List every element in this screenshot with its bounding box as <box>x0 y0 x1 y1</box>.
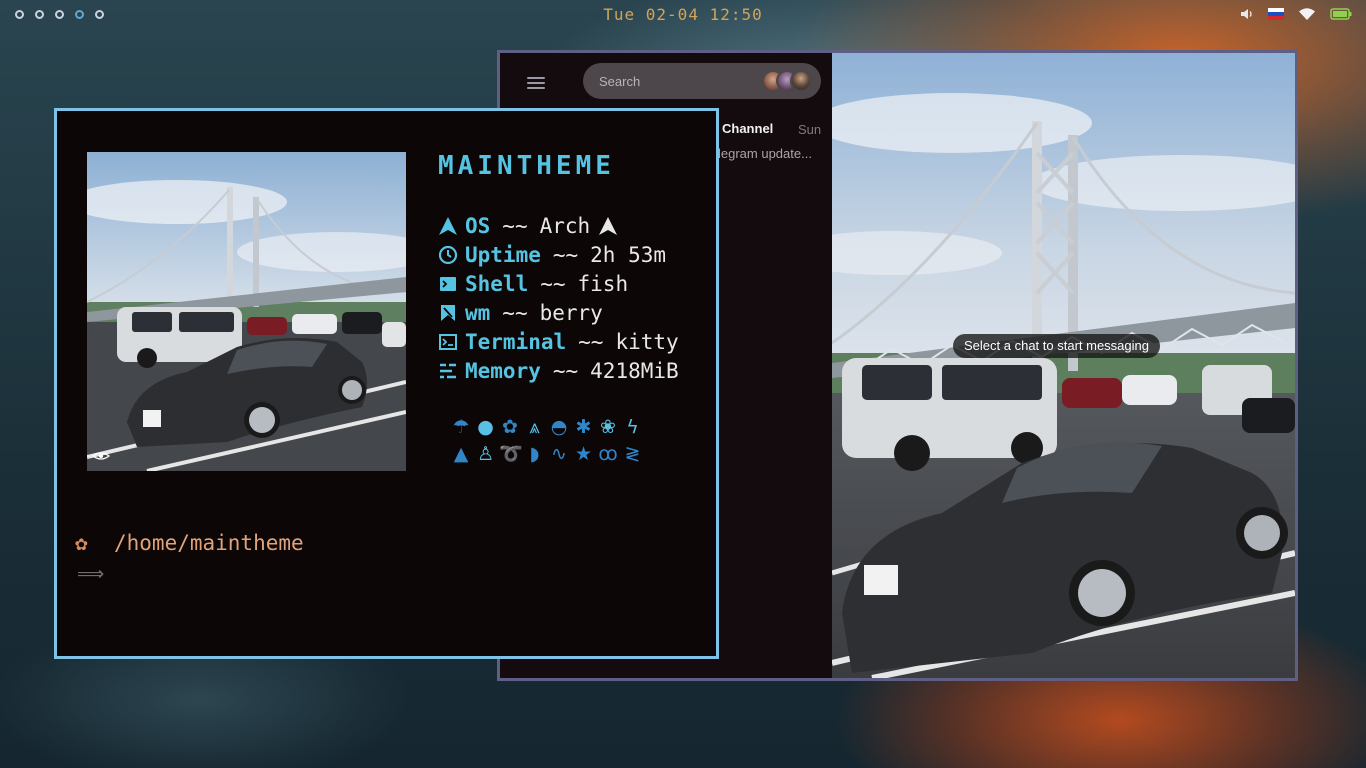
chat-background: Select a chat to start messaging <box>832 53 1295 678</box>
info-value: Arch <box>539 213 591 238</box>
info-separator: ~~ <box>552 242 579 267</box>
story-avatar-3[interactable] <box>790 70 812 92</box>
lightning-icon: ϟ <box>626 416 639 438</box>
info-label: wm <box>465 300 491 325</box>
memory-icon <box>440 363 456 378</box>
battery-icon[interactable] <box>1330 8 1352 20</box>
fish-icon: ◗ <box>529 443 540 465</box>
raspberry-icon: ❀ <box>600 416 616 438</box>
chat-preview[interactable]: legram update... <box>718 146 812 161</box>
arch-icon <box>599 216 618 235</box>
volume-icon[interactable] <box>1240 7 1254 21</box>
system-tray <box>1240 7 1352 21</box>
info-row-os: OS ~~ Arch <box>438 211 679 240</box>
arch-wave-icon: ⩓ <box>529 416 540 438</box>
zigzag-icon: ≷ <box>624 443 641 465</box>
wave-icon: ∿ <box>551 443 567 465</box>
info-value: 4218MiB <box>590 358 679 383</box>
arch-icon <box>439 216 457 235</box>
info-row-memory: Memory ~~ 4218MiB <box>438 356 679 385</box>
clock: Tue 02-04 12:50 <box>603 5 763 24</box>
raspberry-shell-icon: ☂ <box>452 416 470 438</box>
stories-avatars[interactable] <box>762 70 814 92</box>
shell-icon <box>440 276 456 291</box>
info-row-wm: wm ~~ berry <box>438 298 679 327</box>
shell-prompt[interactable]: ⟹ <box>77 563 104 585</box>
car-bridge-wallpaper <box>832 53 1295 678</box>
chat-date: Sun <box>798 122 822 137</box>
info-separator: ~~ <box>540 271 566 296</box>
spacer-icon <box>646 416 668 438</box>
select-chat-hint: Select a chat to start messaging <box>953 334 1160 358</box>
russian-flag-icon[interactable] <box>1268 8 1284 20</box>
chat-name[interactable]: Channel <box>722 121 773 136</box>
fetch-title: MAINTHEME <box>438 151 615 181</box>
info-value: 2h 53m <box>590 242 667 267</box>
spacer-icon <box>646 443 668 465</box>
cwd-line: ✿ /home/maintheme <box>75 531 304 555</box>
creature-icon: ◓ <box>550 416 568 438</box>
info-label: OS <box>465 213 491 238</box>
spiral-icon: ꝏ <box>598 443 618 465</box>
info-row-uptime: Uptime ~~ 2h 53m <box>438 240 679 269</box>
system-info: OS ~~ Arch Uptime ~~ 2h 53m Shell ~~ fis… <box>438 211 679 385</box>
info-separator: ~~ <box>552 358 579 383</box>
info-separator: ~~ <box>578 329 604 354</box>
distro-glyph-grid: ☂ ● ✿ ⩓ ◓ ✱ ❀ ϟ ▲ ♙ ➰ ◗ ∿ ★ ꝏ ≷ <box>450 416 671 465</box>
info-label: Terminal <box>465 329 567 354</box>
apple-icon: ● <box>477 416 494 438</box>
info-label: Shell <box>465 271 529 296</box>
hibiscus-icon: ✿ <box>502 416 518 438</box>
info-row-terminal: Terminal ~~ kitty <box>438 327 679 356</box>
current-directory: /home/maintheme <box>114 531 304 555</box>
wifi-icon[interactable] <box>1298 7 1316 21</box>
window-manager-icon <box>441 304 455 321</box>
star-flower-icon: ✱ <box>575 416 592 438</box>
info-row-shell: Shell ~~ fish <box>438 269 679 298</box>
info-label: Memory <box>465 358 541 383</box>
top-bar: Tue 02-04 12:50 <box>0 0 1366 30</box>
terminal-window[interactable]: MAINTHEME OS ~~ Arch Uptime ~~ 2h 53m Sh… <box>54 108 719 659</box>
info-value: berry <box>539 300 603 325</box>
info-value: kitty <box>615 329 679 354</box>
star-icon: ★ <box>574 443 593 465</box>
info-value: fish <box>577 271 629 296</box>
hamburger-menu-icon[interactable] <box>527 77 547 91</box>
info-separator: ~~ <box>502 300 528 325</box>
info-separator: ~~ <box>502 213 528 238</box>
fetch-image <box>87 152 406 471</box>
tux-icon: ♙ <box>476 443 495 465</box>
arch-linux-icon: ▲ <box>453 443 469 465</box>
clock-icon <box>438 245 458 264</box>
info-label: Uptime <box>465 242 541 267</box>
hibiscus-icon: ✿ <box>75 531 88 555</box>
terminal-icon <box>439 333 457 350</box>
wing-icon: ➰ <box>499 443 523 465</box>
